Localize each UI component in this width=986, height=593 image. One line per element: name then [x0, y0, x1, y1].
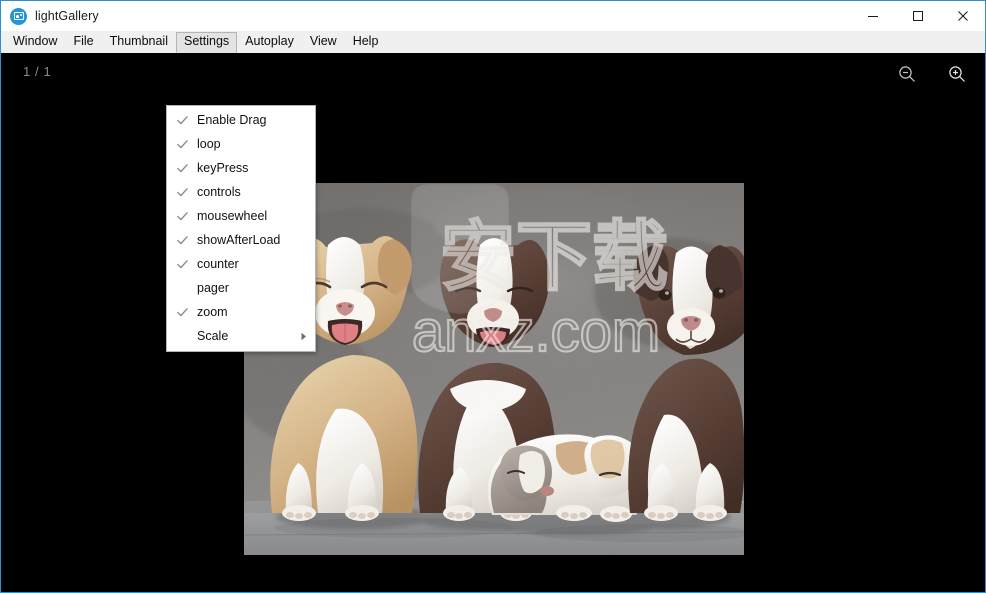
- image-viewer[interactable]: 1 / 1 安下载 anxz.com Enable Drag loop keyP…: [1, 53, 985, 592]
- menu-option-zoom[interactable]: zoom: [167, 300, 315, 324]
- menu-window[interactable]: Window: [5, 32, 65, 53]
- menu-option-pager[interactable]: pager: [167, 276, 315, 300]
- menu-option-counter[interactable]: counter: [167, 252, 315, 276]
- check-icon: [167, 235, 197, 246]
- menu-option-mousewheel[interactable]: mousewheel: [167, 204, 315, 228]
- menu-thumbnail[interactable]: Thumbnail: [102, 32, 176, 53]
- zoom-in-icon: [949, 66, 965, 82]
- check-icon: [167, 187, 197, 198]
- svg-text:anxz.com: anxz.com: [412, 299, 660, 364]
- app-window: lightGallery Window File Thumbnail Setti…: [0, 0, 986, 593]
- svg-text:安下载: 安下载: [440, 215, 668, 300]
- menu-settings[interactable]: Settings: [176, 31, 238, 53]
- zoom-out-icon: [899, 66, 915, 82]
- menu-option-controls[interactable]: controls: [167, 180, 315, 204]
- check-icon: [167, 115, 197, 126]
- maximize-icon: [912, 11, 923, 21]
- menu-option-label: counter: [197, 257, 239, 271]
- check-icon: [167, 211, 197, 222]
- chevron-right-icon: [293, 332, 315, 341]
- maximize-button[interactable]: [895, 1, 940, 31]
- image-counter: 1 / 1: [23, 64, 52, 79]
- menu-option-label: loop: [197, 137, 221, 151]
- menu-option-label: pager: [197, 281, 229, 295]
- menu-option-label: keyPress: [197, 161, 249, 175]
- menu-option-label: Scale: [197, 329, 229, 343]
- minimize-button[interactable]: [850, 1, 895, 31]
- check-icon: [167, 307, 197, 318]
- settings-dropdown-menu[interactable]: Enable Drag loop keyPress controls mouse…: [166, 105, 316, 352]
- menu-option-label: controls: [197, 185, 241, 199]
- close-button[interactable]: [940, 1, 985, 31]
- menu-option-keypress[interactable]: keyPress: [167, 156, 315, 180]
- window-controls: [850, 1, 985, 31]
- menu-file[interactable]: File: [65, 32, 101, 53]
- menu-option-enable-drag[interactable]: Enable Drag: [167, 108, 315, 132]
- menu-option-label: zoom: [197, 305, 228, 319]
- window-title: lightGallery: [35, 9, 99, 23]
- menu-help[interactable]: Help: [345, 32, 387, 53]
- gallery-icon: [10, 7, 27, 25]
- menu-option-label: showAfterLoad: [197, 233, 281, 247]
- check-icon: [167, 163, 197, 174]
- check-icon: [167, 139, 197, 150]
- title-bar: lightGallery: [1, 1, 985, 31]
- menu-autoplay[interactable]: Autoplay: [237, 32, 302, 53]
- menu-bar: Window File Thumbnail Settings Autoplay …: [1, 31, 985, 53]
- menu-option-label: mousewheel: [197, 209, 268, 223]
- close-icon: [957, 11, 968, 21]
- check-icon: [167, 259, 197, 270]
- minimize-icon: [867, 16, 878, 17]
- zoom-out-button[interactable]: [896, 63, 918, 85]
- zoom-in-button[interactable]: [946, 63, 968, 85]
- menu-option-showafterload[interactable]: showAfterLoad: [167, 228, 315, 252]
- gallery-image[interactable]: 安下载 anxz.com: [244, 183, 744, 555]
- menu-option-label: Enable Drag: [197, 113, 267, 127]
- zoom-controls: [896, 63, 968, 85]
- menu-view[interactable]: View: [302, 32, 345, 53]
- menu-option-loop[interactable]: loop: [167, 132, 315, 156]
- puppies-photo: 安下载 anxz.com: [244, 183, 744, 555]
- menu-option-scale[interactable]: Scale: [167, 324, 315, 348]
